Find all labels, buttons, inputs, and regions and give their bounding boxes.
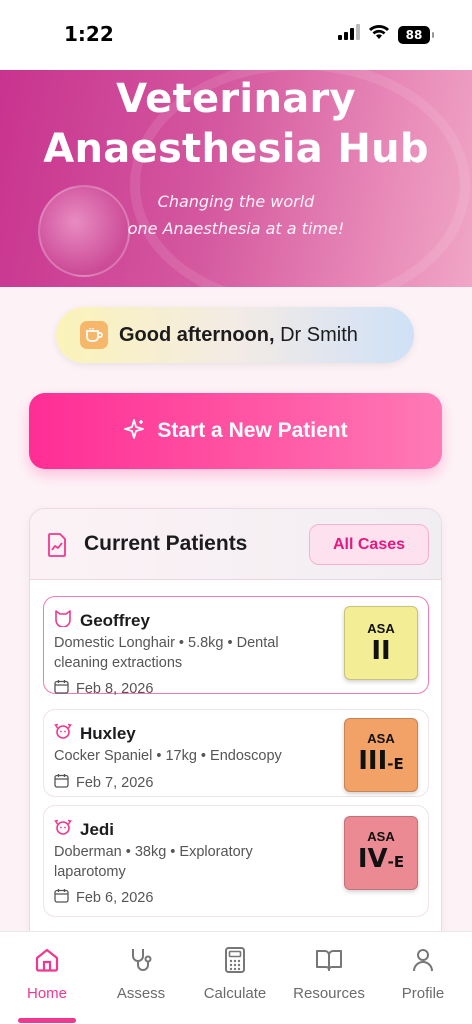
nav-active-indicator xyxy=(18,1018,76,1023)
patient-date-row: Feb 8, 2026 xyxy=(54,679,153,698)
cat-icon xyxy=(54,609,72,632)
asa-label: ASA xyxy=(367,731,395,746)
asa-badge: ASA IV-E xyxy=(344,816,418,890)
patient-date-row: Feb 7, 2026 xyxy=(54,773,153,792)
nav-calculate[interactable]: Calculate xyxy=(188,946,282,1002)
coffee-cup-icon xyxy=(80,321,108,349)
asa-class: IV-E xyxy=(357,844,405,874)
patient-name: Huxley xyxy=(80,723,136,743)
nav-home[interactable]: Home xyxy=(0,946,94,1002)
sparkle-icon xyxy=(123,418,145,445)
calendar-icon xyxy=(54,679,69,698)
hero-title-line2: Anaesthesia Hub xyxy=(43,126,429,172)
greeting-pill: Good afternoon, Dr Smith xyxy=(56,307,414,363)
asa-label: ASA xyxy=(367,829,395,844)
asa-label: ASA xyxy=(367,620,395,636)
patient-card-jedi[interactable]: Jedi Doberman • 38kg • Exploratory lapar… xyxy=(43,805,429,917)
patient-date: Feb 7, 2026 xyxy=(76,774,154,791)
hero-title-line1: Veterinary xyxy=(116,76,356,122)
nav-profile[interactable]: Profile xyxy=(376,946,470,1002)
calendar-icon xyxy=(54,773,69,792)
hero-subtitle-line1: Changing the world xyxy=(157,192,315,211)
asa-class: II xyxy=(371,635,391,666)
patient-date: Feb 8, 2026 xyxy=(76,680,154,697)
stethoscope-icon xyxy=(127,946,155,979)
current-patients-card: Current Patients All Cases Geoffrey Dome… xyxy=(29,508,442,948)
nav-resources-label: Resources xyxy=(293,985,365,1002)
nav-resources[interactable]: Resources xyxy=(282,946,376,1002)
nav-assess-label: Assess xyxy=(116,985,166,1002)
patient-name: Geoffrey xyxy=(80,610,150,630)
status-bar: 1:22 88 xyxy=(0,0,472,70)
patient-name-row: Geoffrey xyxy=(54,609,150,632)
battery-indicator: 88 xyxy=(398,25,434,44)
all-cases-button[interactable]: All Cases xyxy=(309,524,429,565)
dog-icon xyxy=(54,722,72,745)
current-patients-header: Current Patients All Cases xyxy=(30,509,441,580)
greeting-user-name: Dr Smith xyxy=(280,323,358,346)
cellular-signal-icon xyxy=(338,24,360,45)
calendar-icon xyxy=(54,888,69,907)
nav-calculate-label: Calculate xyxy=(203,985,267,1002)
patient-date: Feb 6, 2026 xyxy=(76,889,154,906)
hero-subtitle: Changing the world one Anaesthesia at a … xyxy=(0,188,472,242)
calculator-icon xyxy=(221,946,249,979)
user-icon xyxy=(409,946,437,979)
status-icons: 88 xyxy=(338,24,434,45)
status-time: 1:22 xyxy=(64,22,114,46)
patient-name-row: Huxley xyxy=(54,722,136,745)
bottom-nav: Home Assess Calculate Resources Profile xyxy=(0,931,472,1024)
patient-date-row: Feb 6, 2026 xyxy=(54,888,153,907)
hero-title: Veterinary Anaesthesia Hub xyxy=(0,74,472,174)
asa-class: III-E xyxy=(358,746,404,776)
patient-name: Jedi xyxy=(80,819,115,839)
chart-file-icon xyxy=(47,533,67,562)
home-icon xyxy=(33,946,61,979)
greeting-text: Good afternoon, Dr Smith xyxy=(119,324,358,347)
hero-subtitle-line2: one Anaesthesia at a time! xyxy=(127,219,345,238)
greeting-salutation: Good afternoon, xyxy=(119,323,275,346)
patient-details: Domestic Longhair • 5.8kg • Dental clean… xyxy=(54,635,279,671)
nav-assess[interactable]: Assess xyxy=(94,946,188,1002)
current-patients-title: Current Patients xyxy=(84,532,248,555)
patient-card-huxley[interactable]: Huxley Cocker Spaniel • 17kg • Endoscopy… xyxy=(43,709,429,797)
patient-name-row: Jedi xyxy=(54,818,114,841)
start-new-patient-button[interactable]: Start a New Patient xyxy=(29,393,442,469)
patient-card-geoffrey[interactable]: Geoffrey Domestic Longhair • 5.8kg • Den… xyxy=(43,596,429,697)
book-icon xyxy=(315,946,343,979)
nav-home-label: Home xyxy=(26,985,67,1002)
patient-details: Cocker Spaniel • 17kg • Endoscopy xyxy=(54,748,282,764)
asa-badge: ASA III-E xyxy=(344,718,418,792)
patient-details: Doberman • 38kg • Exploratory laparotomy xyxy=(54,844,253,880)
start-new-patient-label: Start a New Patient xyxy=(157,419,348,442)
wifi-icon xyxy=(368,24,390,45)
nav-profile-label: Profile xyxy=(401,985,445,1002)
hero-banner: Veterinary Anaesthesia Hub Changing the … xyxy=(0,70,472,287)
dog-icon xyxy=(54,818,72,841)
asa-badge: ASA II xyxy=(344,606,418,680)
